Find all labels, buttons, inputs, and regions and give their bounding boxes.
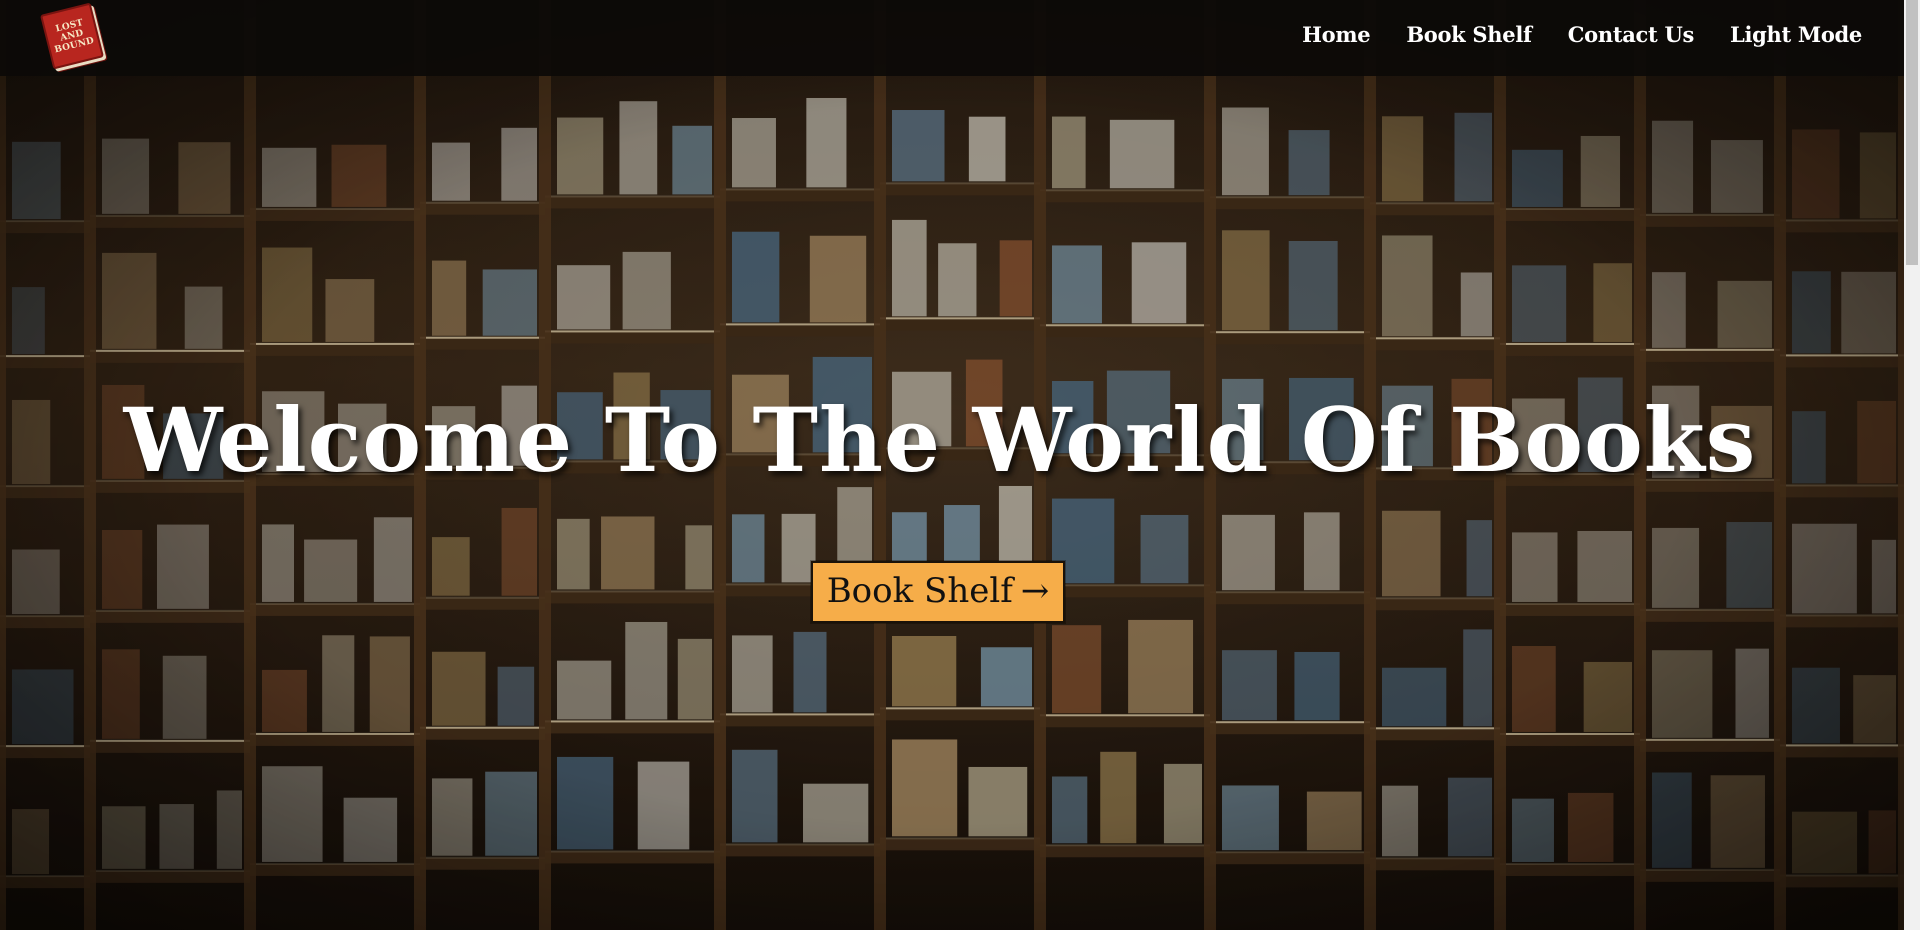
right-arrow-icon: → <box>1020 571 1050 611</box>
nav-contact-us-link[interactable]: Contact Us <box>1568 22 1695 47</box>
book-shelf-button-label: Book Shelf <box>826 571 1013 611</box>
hero-title: Welcome To The World Of Books <box>123 388 1757 492</box>
book-shelf-button[interactable]: Book Shelf → <box>811 561 1065 623</box>
book-logo-icon: LOST AND BOUND <box>39 2 105 70</box>
vertical-scrollbar[interactable] <box>1904 0 1920 930</box>
nav-menu: Home Book Shelf Contact Us Light Mode <box>1302 0 1862 68</box>
nav-home-link[interactable]: Home <box>1302 22 1371 47</box>
page-viewport: LOST AND BOUND Home Book Shelf Contact U… <box>0 0 1904 930</box>
scrollbar-thumb[interactable] <box>1906 0 1918 265</box>
nav-book-shelf-link[interactable]: Book Shelf <box>1406 22 1532 47</box>
navbar: LOST AND BOUND Home Book Shelf Contact U… <box>0 0 1904 76</box>
site-logo[interactable]: LOST AND BOUND <box>39 2 105 70</box>
light-mode-toggle[interactable]: Light Mode <box>1730 22 1862 47</box>
